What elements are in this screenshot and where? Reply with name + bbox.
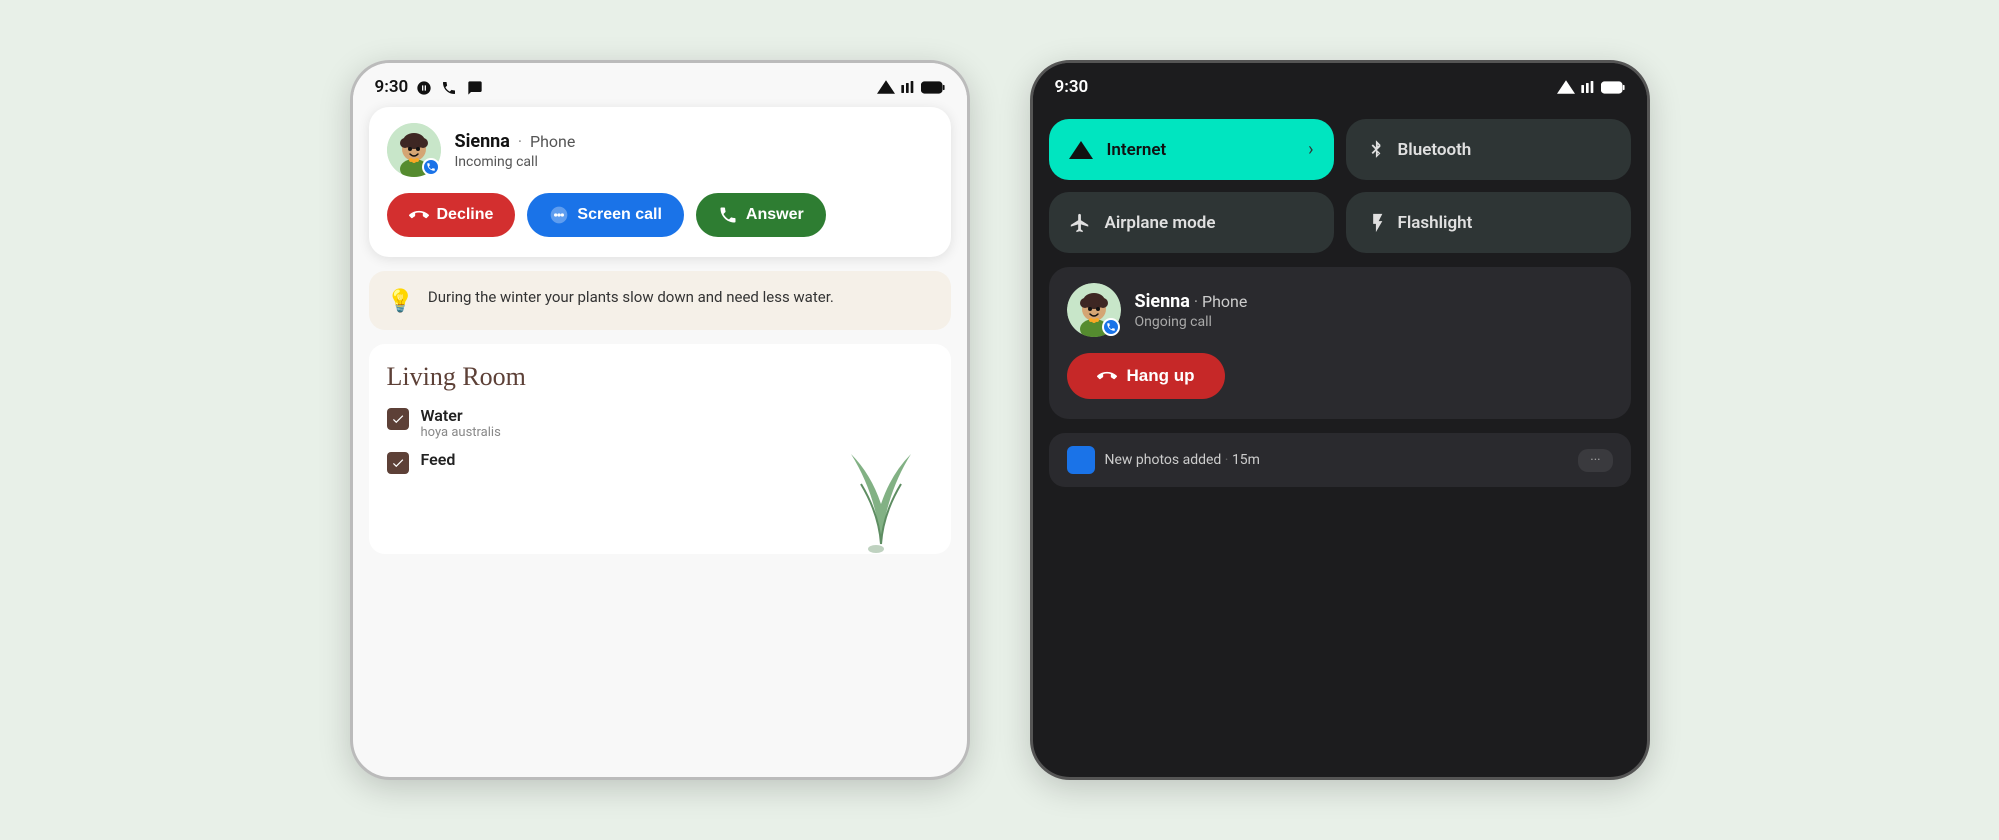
checkbox-water <box>387 408 409 430</box>
wifi-calling-icon <box>440 78 458 97</box>
qs-grid: Internet › Bluetooth Airplane mode <box>1049 119 1631 253</box>
photos-time: 15m <box>1232 452 1260 468</box>
tip-icon: 💡 <box>387 289 414 314</box>
call-status: Incoming call <box>455 154 576 170</box>
call-info: Sienna · Phone Incoming call <box>455 131 576 170</box>
status-right-group-light <box>877 80 945 94</box>
phone-light-content: Sienna · Phone Incoming call Decline Scr… <box>353 107 967 554</box>
ongoing-call-header: Sienna · Phone Ongoing call <box>1067 283 1613 337</box>
plant-feed-name: Feed <box>421 450 456 469</box>
status-time-dark: 9:30 <box>1055 77 1089 97</box>
ongoing-caller-name: Sienna <box>1135 291 1190 312</box>
photos-badge: ··· <box>1578 449 1612 472</box>
caller-app: Phone <box>530 132 575 151</box>
ongoing-caller-name-line: Sienna · Phone <box>1135 291 1248 312</box>
decline-label: Decline <box>437 206 494 224</box>
hang-up-label: Hang up <box>1127 366 1195 386</box>
status-bar-light: 9:30 <box>353 63 967 107</box>
flashlight-icon <box>1366 210 1384 235</box>
plant-feed-info: Feed <box>421 450 456 469</box>
bottom-notif-content: New photos added · 15m <box>1067 446 1260 474</box>
plant-water-info: Water hoya australis <box>421 406 501 440</box>
qs-tile-airplane[interactable]: Airplane mode <box>1049 192 1334 253</box>
nfc-icon <box>416 78 432 97</box>
qs-tile-bluetooth[interactable]: Bluetooth <box>1346 119 1631 180</box>
living-room-title: Living Room <box>387 362 933 392</box>
photos-dot: · <box>1225 452 1232 468</box>
status-bar-dark: 9:30 <box>1033 63 1647 107</box>
ongoing-app: Phone <box>1202 292 1247 311</box>
plant-decoration <box>821 414 941 554</box>
screen-call-button[interactable]: Screen call <box>527 193 684 237</box>
quick-settings: Internet › Bluetooth Airplane mode <box>1033 107 1647 499</box>
airplane-icon <box>1069 210 1091 235</box>
caller-name-line: Sienna · Phone <box>455 131 576 152</box>
status-left-group: 9:30 <box>375 77 485 97</box>
screen-call-label: Screen call <box>577 206 662 224</box>
message-icon <box>466 78 484 97</box>
qs-tile-internet[interactable]: Internet › <box>1049 119 1334 180</box>
call-notification: Sienna · Phone Incoming call Decline Scr… <box>369 107 951 257</box>
answer-button[interactable]: Answer <box>696 193 826 237</box>
call-badge-dark <box>1102 318 1120 336</box>
internet-chevron: › <box>1308 139 1313 160</box>
status-right-group-dark <box>1557 80 1625 94</box>
ongoing-dot: · <box>1194 292 1198 311</box>
phone-light: 9:30 <box>350 60 970 780</box>
decline-button[interactable]: Decline <box>387 193 516 237</box>
checkbox-feed <box>387 452 409 474</box>
airplane-label: Airplane mode <box>1105 213 1216 233</box>
hang-up-button[interactable]: Hang up <box>1067 353 1225 399</box>
caller-dot: · <box>518 132 522 151</box>
flashlight-label: Flashlight <box>1398 213 1473 233</box>
caller-avatar-dark <box>1067 283 1121 337</box>
internet-label: Internet <box>1107 140 1167 160</box>
photos-label: New photos added <box>1105 452 1222 468</box>
status-time-light: 9:30 <box>375 77 409 97</box>
wifi-qs-icon <box>1069 137 1093 162</box>
plant-water-name: Water <box>421 406 501 425</box>
bluetooth-label: Bluetooth <box>1398 140 1472 160</box>
living-room-card: Living Room Water hoya australis Feed <box>369 344 951 554</box>
ongoing-status: Ongoing call <box>1135 314 1248 330</box>
call-badge <box>422 158 440 176</box>
caller-name: Sienna <box>455 131 510 152</box>
answer-label: Answer <box>746 206 804 224</box>
bottom-notif-text: New photos added · 15m <box>1105 452 1260 468</box>
photos-icon <box>1067 446 1095 474</box>
qs-tile-flashlight[interactable]: Flashlight <box>1346 192 1631 253</box>
call-header: Sienna · Phone Incoming call <box>387 123 933 177</box>
phone-dark: 9:30 Internet › Bluetooth <box>1030 60 1650 780</box>
plant-water-sub: hoya australis <box>421 425 501 440</box>
call-action-buttons: Decline Screen call Answer <box>387 193 933 237</box>
tip-card: 💡 During the winter your plants slow dow… <box>369 271 951 330</box>
caller-avatar <box>387 123 441 177</box>
bottom-notification: New photos added · 15m ··· <box>1049 433 1631 487</box>
bluetooth-icon <box>1366 137 1384 162</box>
tip-text: During the winter your plants slow down … <box>428 287 834 308</box>
ongoing-call-notification: Sienna · Phone Ongoing call Hang up <box>1049 267 1631 419</box>
ongoing-call-info: Sienna · Phone Ongoing call <box>1135 291 1248 330</box>
